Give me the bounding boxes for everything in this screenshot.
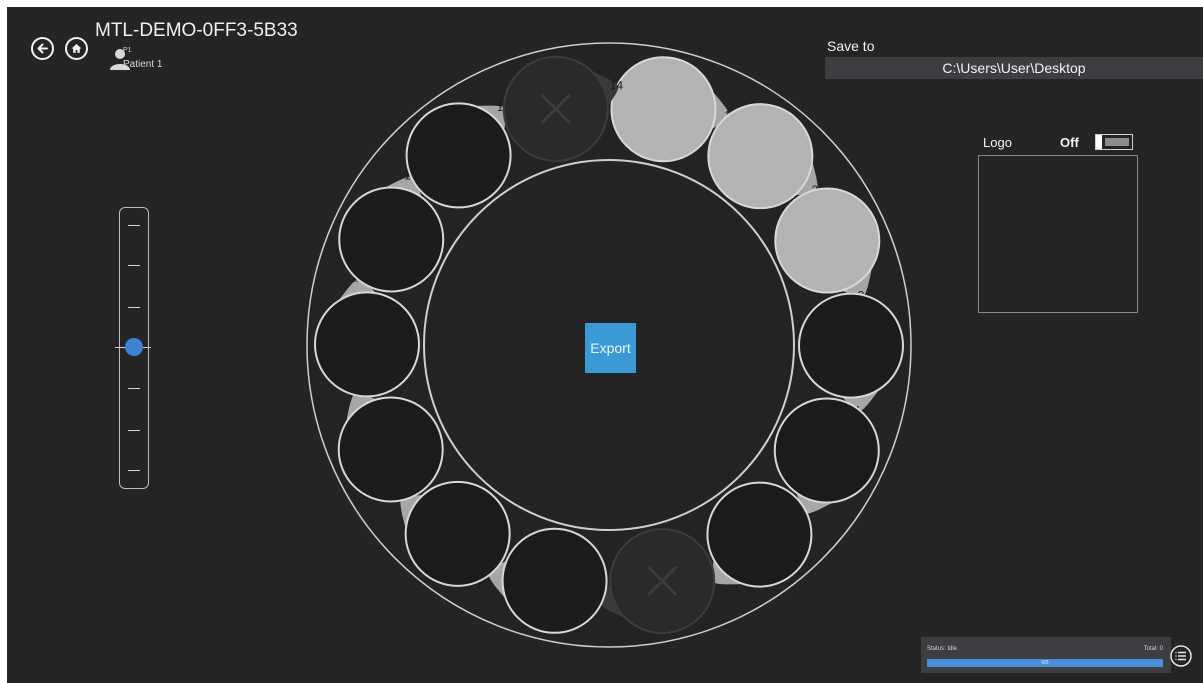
- slot-circle: [707, 103, 814, 210]
- total-count: Total: 0: [1143, 646, 1163, 652]
- list-icon: [1175, 651, 1186, 661]
- slot-circle: [774, 187, 881, 294]
- app-window: MTL-DEMO-0FF3-5B33 P1 Patient 1 Save to …: [7, 7, 1203, 683]
- slot-circle: [706, 481, 813, 588]
- status-text: Status: Idle: [927, 646, 958, 652]
- status-panel: Status: Idle Total: 0 0/0: [921, 637, 1171, 673]
- slot-circle: [501, 527, 608, 634]
- export-button[interactable]: Export: [585, 323, 636, 373]
- slot-circle: [405, 102, 512, 209]
- progress-label: 0/0: [1041, 660, 1049, 666]
- progress-bar: 0/0: [927, 659, 1163, 667]
- slot-circle: [797, 292, 904, 399]
- slot-circle: [610, 56, 717, 163]
- slot-circle: [404, 480, 511, 587]
- slot-circle: [337, 396, 444, 503]
- slot-circle: [773, 397, 880, 504]
- slot-6[interactable]: 6: [706, 481, 813, 588]
- slot-number: 14: [610, 79, 624, 93]
- slot-circle: [314, 291, 421, 398]
- list-button[interactable]: [1170, 645, 1192, 667]
- slot-circle: [338, 186, 445, 293]
